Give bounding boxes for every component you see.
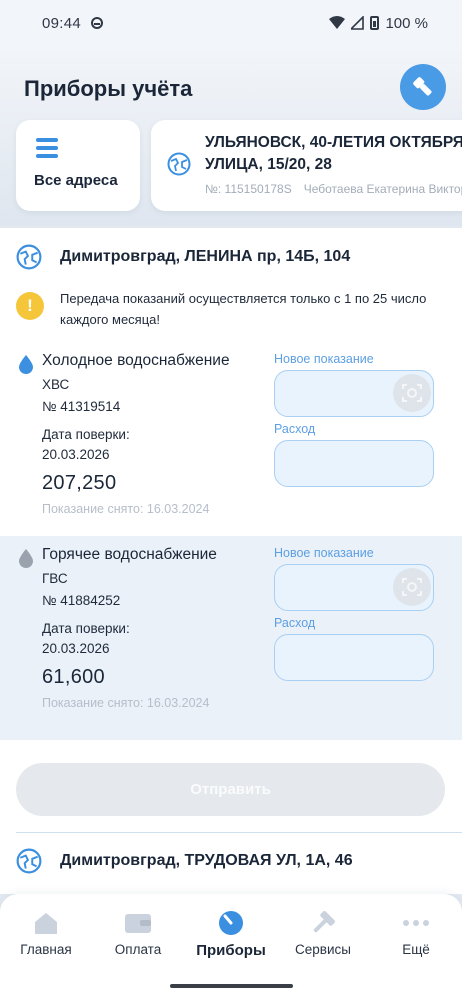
usage-input[interactable]	[274, 634, 434, 681]
account-owner: Чеботаева Екатерина Викторовна	[303, 182, 462, 196]
tab-payment[interactable]: Оплата	[92, 908, 184, 968]
section-divider	[16, 832, 462, 833]
globe-icon	[16, 848, 42, 874]
last-reading: 61,600	[42, 666, 105, 688]
menu-icon	[36, 138, 58, 160]
tab-label: Главная	[20, 942, 72, 957]
warning-icon: !	[16, 292, 44, 320]
usage-label: Расход	[274, 422, 316, 436]
address-line-1: УЛЬЯНОВСК, 40-ЛЕТИЯ ОКТЯБРЯ	[205, 134, 462, 151]
status-bar: 09:44 100 %	[0, 0, 462, 46]
meter-cold-water: Холодное водоснабжение ХВС № 41319514 Да…	[0, 342, 462, 546]
account-number: №: 115150178S	[205, 182, 292, 196]
water-drop-icon	[19, 549, 33, 568]
wallet-icon	[125, 914, 151, 933]
account-meta: №: 115150178S Чеботаева Екатерина Викторо…	[205, 182, 462, 196]
meter-number: № 41319514	[42, 399, 121, 414]
usage-label: Расход	[274, 616, 316, 630]
tab-meters[interactable]: Приборы	[185, 908, 277, 968]
battery-percent: 100 %	[385, 14, 428, 32]
verify-date: 20.03.2026	[42, 641, 110, 656]
tab-label: Сервисы	[295, 942, 351, 957]
status-time: 09:44	[42, 14, 82, 32]
battery-icon	[370, 16, 380, 30]
globe-icon	[167, 152, 191, 176]
verify-label: Дата поверки:	[42, 427, 130, 442]
usage-input[interactable]	[274, 440, 434, 487]
more-icon	[403, 920, 429, 926]
home-icon	[35, 913, 57, 934]
tab-label: Ещё	[402, 942, 430, 957]
meter-icon	[219, 911, 243, 935]
flashlight-button[interactable]	[400, 64, 446, 110]
wifi-icon	[329, 16, 346, 29]
meter-number: № 41884252	[42, 593, 121, 608]
section-address-2[interactable]: Димитровград, ТРУДОВАЯ УЛ, 1А, 46	[16, 848, 353, 874]
new-reading-label: Новое показание	[274, 352, 374, 366]
all-addresses-button[interactable]: Все адреса	[16, 120, 140, 211]
page-title: Приборы учёта	[24, 76, 193, 101]
header: Приборы учёта Все адреса УЛЬЯНОВСК, 40-Л…	[0, 46, 462, 226]
section-address-label: Димитровград, ТРУДОВАЯ УЛ, 1А, 46	[60, 852, 353, 869]
verify-date: 20.03.2026	[42, 447, 110, 462]
tab-label: Оплата	[114, 942, 162, 957]
tab-home[interactable]: Главная	[0, 908, 92, 968]
tab-more[interactable]: Ещё	[370, 908, 462, 968]
meter-type: ХВС	[42, 377, 70, 392]
meter-name: Холодное водоснабжение	[42, 352, 230, 369]
submission-notice: ! Передача показаний осуществляется толь…	[16, 288, 436, 330]
new-reading-label: Новое показание	[274, 546, 374, 560]
section-address-label: Димитровград, ЛЕНИНА пр, 14Б, 104	[60, 248, 351, 265]
submit-button[interactable]: Отправить	[16, 763, 445, 816]
notification-icon	[91, 17, 104, 29]
new-reading-input[interactable]	[274, 564, 434, 611]
hammer-icon	[313, 911, 335, 933]
water-drop-icon	[19, 355, 33, 374]
meters-content: Димитровград, ЛЕНИНА пр, 14Б, 104 ! Пере…	[0, 228, 462, 894]
new-reading-input[interactable]	[274, 370, 434, 417]
tab-label: Приборы	[196, 942, 266, 959]
reading-taken-date: Показание снято: 16.03.2024	[42, 696, 210, 710]
reading-taken-date: Показание снято: 16.03.2024	[42, 502, 210, 516]
bottom-tab-bar: Главная Оплата Приборы Сервисы Ещё	[0, 894, 462, 1000]
meter-type: ГВС	[42, 571, 68, 586]
last-reading: 207,250	[42, 472, 117, 494]
flashlight-icon	[413, 77, 432, 96]
section-address-1[interactable]: Димитровград, ЛЕНИНА пр, 14Б, 104	[16, 244, 350, 270]
all-addresses-label: Все адреса	[34, 172, 118, 189]
verify-label: Дата поверки:	[42, 621, 130, 636]
home-indicator[interactable]	[170, 984, 293, 988]
meter-hot-water: Горячее водоснабжение ГВС № 41884252 Дат…	[0, 536, 462, 740]
status-indicators: 100 %	[329, 15, 428, 32]
tab-services[interactable]: Сервисы	[277, 908, 369, 968]
address-line-2: УЛИЦА, 15/20, 28	[205, 156, 332, 173]
meter-name: Горячее водоснабжение	[42, 546, 217, 563]
scan-button[interactable]	[393, 374, 431, 412]
signal-icon	[351, 16, 365, 30]
camera-scan-icon	[402, 578, 422, 596]
scan-button[interactable]	[393, 568, 431, 606]
camera-scan-icon	[402, 384, 422, 402]
notice-text: Передача показаний осуществляется только…	[60, 291, 427, 327]
selected-address-card[interactable]: УЛЬЯНОВСК, 40-ЛЕТИЯ ОКТЯБРЯ УЛИЦА, 15/20…	[151, 120, 462, 211]
globe-icon	[16, 244, 42, 270]
